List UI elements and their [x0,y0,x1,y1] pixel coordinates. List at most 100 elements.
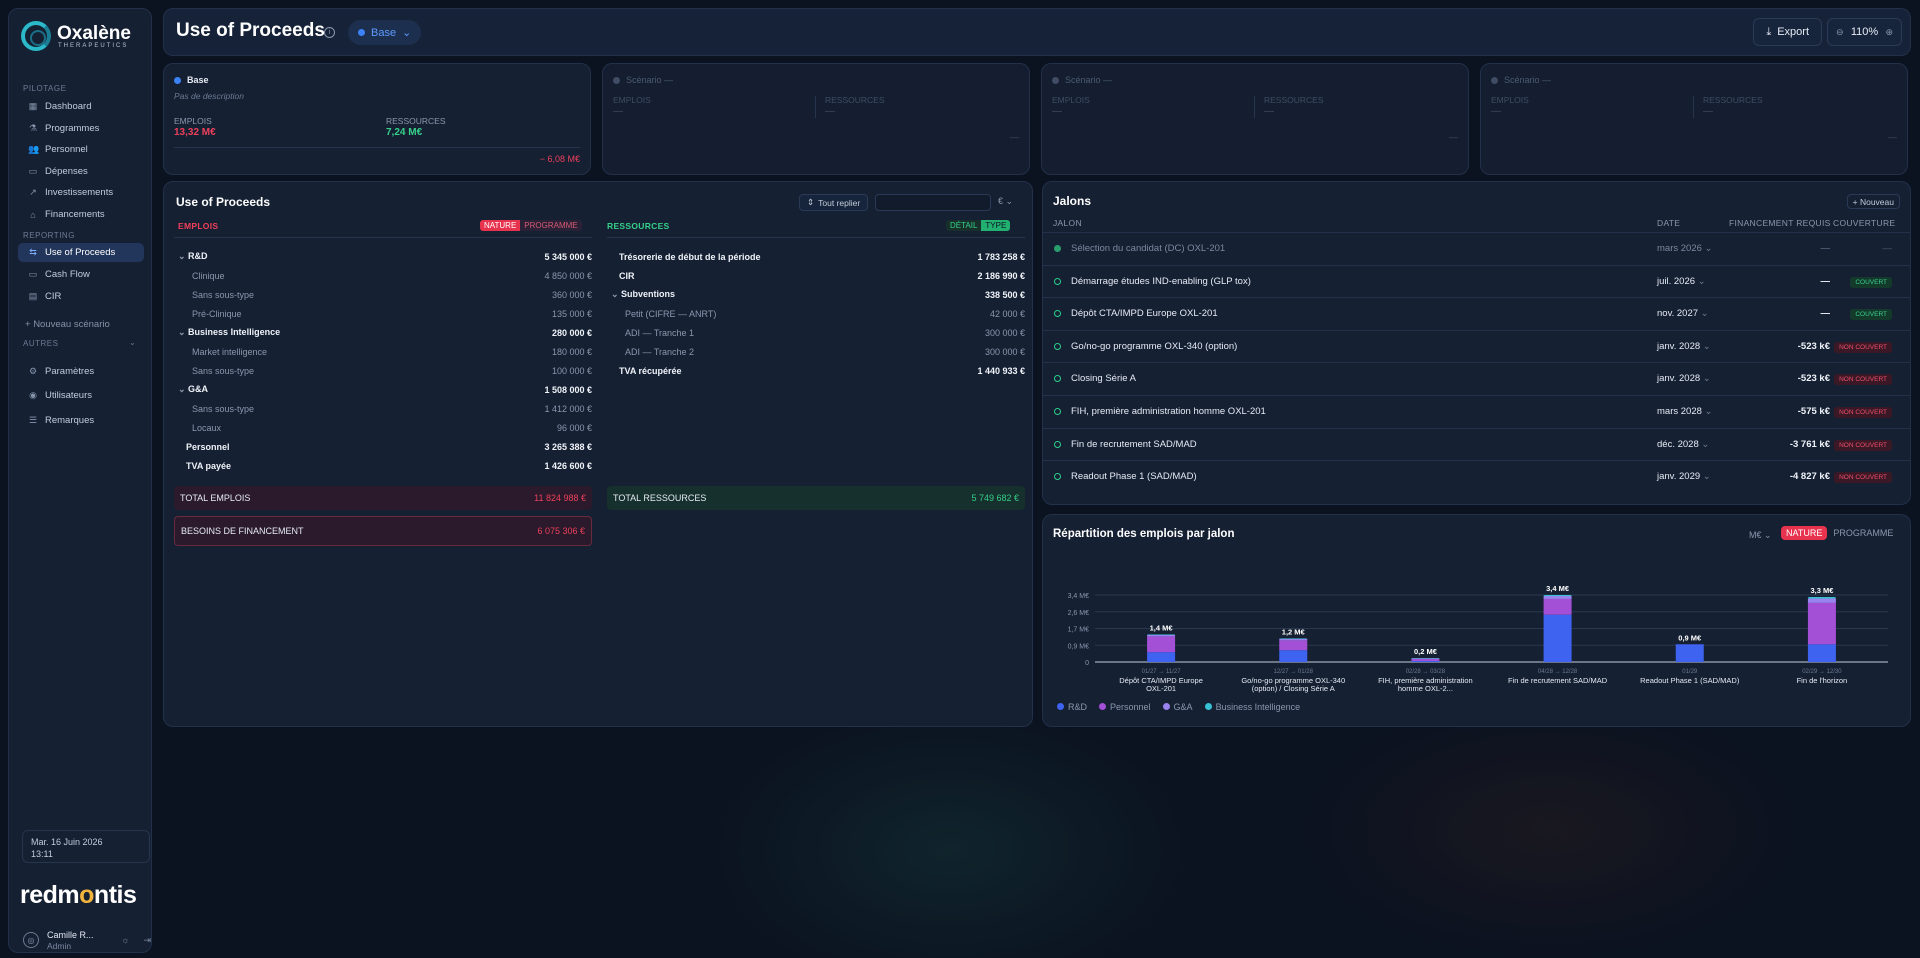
jalon-name: FIH, première administration homme OXL-2… [1071,406,1266,417]
chevron-down-icon[interactable]: ⌄ [129,338,136,347]
x-category-label: Fin de recrutement SAD/MAD [1508,676,1608,685]
sidebar-item-label: Paramètres [45,366,95,377]
jalon-date-select[interactable]: nov. 2027 ⌄ [1657,308,1709,319]
sidebar-item-depenses[interactable]: ▭ Dépenses [18,162,144,181]
sidebar-item-investissements[interactable]: ↗ Investissements [18,183,144,202]
legend-item[interactable]: R&D [1057,702,1087,712]
legend-swatch [1204,703,1212,710]
company-logo[interactable]: Oxalène THERAPEUTICS [21,21,131,51]
toggle-programme[interactable]: PROGRAMME [520,220,582,231]
tree-row[interactable]: ⌄ Business Intelligence 280 000 € [178,324,592,341]
tree-row: Trésorerie de début de la période 1 783 2… [619,248,1025,265]
chart-legend: R&D Personnel G&A Business Intelligence [1057,702,1300,712]
jalon-row[interactable]: FIH, première administration homme OXL-2… [1043,395,1910,427]
sidebar-item-cir[interactable]: ▤ CIR [18,287,144,306]
scenario-selector[interactable]: Base ⌄ [348,20,422,45]
toggle-detail[interactable]: DÉTAIL [946,220,982,231]
tree-row[interactable]: ⌄ G&A 1 508 000 € [178,381,592,398]
tree-row[interactable]: ⌄ Subventions 338 500 € [611,286,1025,303]
toggle-type[interactable]: TYPE [981,220,1011,231]
jalon-name: Go/no-go programme OXL-340 (option) [1071,340,1238,352]
toggle-nature[interactable]: NATURE [480,220,521,231]
info-icon[interactable]: i [324,27,335,38]
tree-row: ADI — Tranche 1 300 000 € [625,324,1025,341]
unit-selector[interactable]: M€ ⌄ [1749,530,1772,541]
sidebar-item-utilisateurs[interactable]: ◉ Utilisateurs [18,386,144,405]
sidebar: Oxalène THERAPEUTICS PILOTAGE ▦ Dashboard… [8,8,152,953]
new-scenario-link[interactable]: + Nouveau scénario [25,319,110,330]
legend-item[interactable]: Business Intelligence [1204,702,1301,712]
sidebar-item-cash-flow[interactable]: ▭ Cash Flow [18,265,144,284]
zoom-in-icon[interactable]: ⊕ [1885,27,1893,38]
sidebar-item-use-of-proceeds[interactable]: ⇆ Use of Proceeds [18,243,144,262]
user-profile[interactable]: ◎ Camille R... Admin ☼ ⇥ [23,927,151,953]
sidebar-item-parametres[interactable]: ⚙ Paramètres [18,362,144,381]
scenario-card-base[interactable]: Base Pas de description EMPLOIS 13,32 M€… [163,63,591,175]
jalon-row[interactable]: Sélection du candidat (DC) OXL-201 mars 2… [1043,232,1910,264]
sidebar-item-personnel[interactable]: 👥 Personnel [18,140,144,159]
bar-total-label: 1,2 M€ [1282,627,1306,636]
jalon-date-select[interactable]: juil. 2026 ⌄ [1657,276,1706,287]
legend-item[interactable]: Personnel [1099,702,1151,712]
scenario-label: Base [371,26,397,39]
export-button[interactable]: ⤓ Export [1753,18,1822,46]
jalon-date-select[interactable]: mars 2026 ⌄ [1657,243,1713,254]
sidebar-item-dashboard[interactable]: ▦ Dashboard [18,97,144,116]
sidebar-item-financements[interactable]: ⌂ Financements [18,205,144,224]
scenario-card-empty[interactable]: Scénario — EMPLOIS — RESSOURCES — — [602,63,1030,175]
bar-segment-g-a [1543,595,1572,599]
jalon-date-select[interactable]: déc. 2028 ⌄ [1657,439,1709,450]
jalon-date-select[interactable]: janv. 2029 ⌄ [1657,471,1711,482]
row-label: ⌄ Business Intelligence [178,327,552,338]
jalon-row[interactable]: Closing Série A janv. 2028 ⌄ -523 k€ NON CO… [1043,362,1910,394]
chevron-down-icon[interactable]: ⌄ [178,251,188,261]
jalon-date-select[interactable]: janv. 2028 ⌄ [1657,341,1711,352]
search-input[interactable] [875,194,991,211]
tree-row[interactable]: ⌄ R&D 5 345 000 € [178,248,592,265]
zoom-control: ⊖ 110% ⊕ [1827,18,1902,46]
grid-icon: ▦ [28,101,38,111]
jalon-row[interactable]: Go/no-go programme OXL-340 (option) janv.… [1043,329,1910,362]
bar-segment-r-d [1675,644,1704,662]
collapse-all-button[interactable]: ⇕ Tout replier [799,194,869,211]
chart-toggle-nature[interactable]: NATURE [1781,526,1828,540]
jalon-date: mars 2028 [1657,406,1702,417]
bar-segment-r-d [1147,652,1176,662]
jalon-date-select[interactable]: mars 2028 ⌄ [1657,406,1713,417]
scenario-dot-icon [613,76,620,84]
tree-row: Sans sous-type 100 000 € [192,362,592,379]
sidebar-item-label: Programmes [45,123,100,134]
tree-row: CIR 2 186 990 € [619,267,1025,284]
scenario-card-empty[interactable]: Scénario — EMPLOIS — RESSOURCES — — [1480,63,1908,175]
x-category-label: OXL-201 [1146,684,1176,693]
jalon-row[interactable]: Démarrage études IND-enabling (GLP tox) j… [1043,264,1910,297]
stacked-bar-chart: 0 0,9 M€ 1,7 M€ 2,6 M€ 3,4 M€ 1,4 M€ 01/27 → 1… [1068,584,1888,693]
chevron-down-icon[interactable]: ⌄ [178,384,188,394]
scenario-card-empty[interactable]: Scénario — EMPLOIS — RESSOURCES — — [1041,63,1469,175]
row-label-text: Personnel [186,441,230,452]
besoins-financement-bar: BESOINS DE FINANCEMENT 6 075 306 € [174,516,592,546]
chevron-down-icon: ⌄ [402,27,412,39]
jalon-row[interactable]: Fin de recrutement SAD/MAD déc. 2028 ⌄ -3 … [1043,427,1910,460]
logout-icon[interactable]: ⇥ [143,935,151,946]
status-circle-icon [1054,375,1061,383]
sidebar-item-programmes[interactable]: ⚗ Programmes [18,119,144,138]
jalon-date-select[interactable]: janv. 2028 ⌄ [1657,373,1711,384]
zoom-out-icon[interactable]: ⊖ [1836,27,1844,38]
chart-toggle-programme[interactable]: PROGRAMME [1833,528,1893,538]
legend-label: Business Intelligence [1215,702,1301,712]
new-jalon-button[interactable]: + Nouveau [1846,194,1900,209]
legend-label: R&D [1068,702,1088,712]
jalon-row[interactable]: Dépôt CTA/IMPD Europe OXL-201 nov. 2027 ⌄… [1043,297,1910,329]
chevron-down-icon[interactable]: ⌄ [178,327,188,337]
status-circle-icon [1054,473,1061,481]
chevron-down-icon[interactable]: ⌄ [611,289,621,299]
legend-swatch [1099,703,1107,710]
sidebar-item-remarques[interactable]: ☰ Remarques [18,411,144,430]
currency-selector[interactable]: € ⌄ [998,196,1013,207]
theme-icon[interactable]: ☼ [121,935,129,946]
row-label: TVA payée [186,461,544,471]
row-amount: 180 000 € [551,346,592,357]
legend-item[interactable]: G&A [1162,702,1193,712]
jalon-row[interactable]: Readout Phase 1 (SAD/MAD) janv. 2029 ⌄ -4 … [1043,460,1910,492]
